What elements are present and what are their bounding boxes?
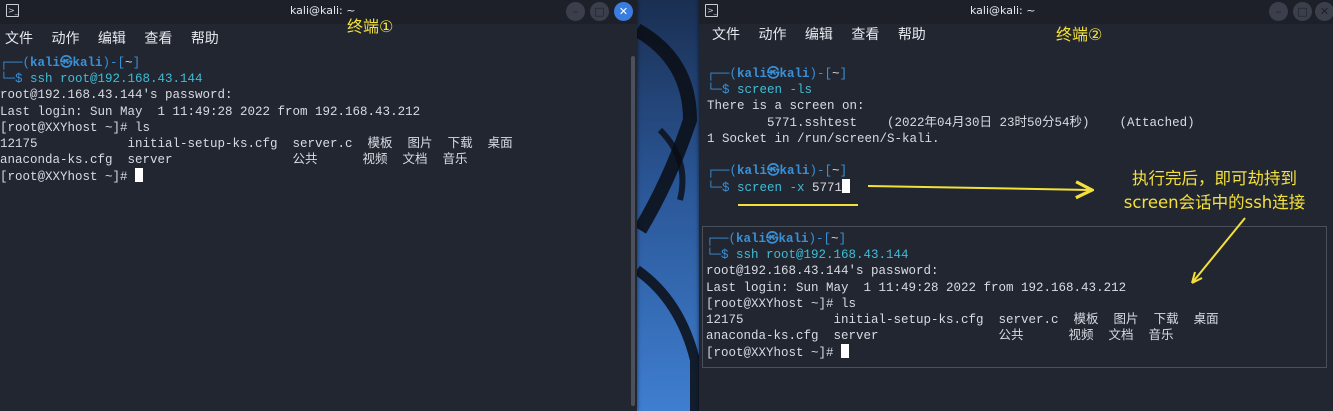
- arrow-to-command: [867, 186, 1090, 190]
- annotation-arrows: [738, 0, 1246, 284]
- arrow-to-session: [1191, 217, 1246, 284]
